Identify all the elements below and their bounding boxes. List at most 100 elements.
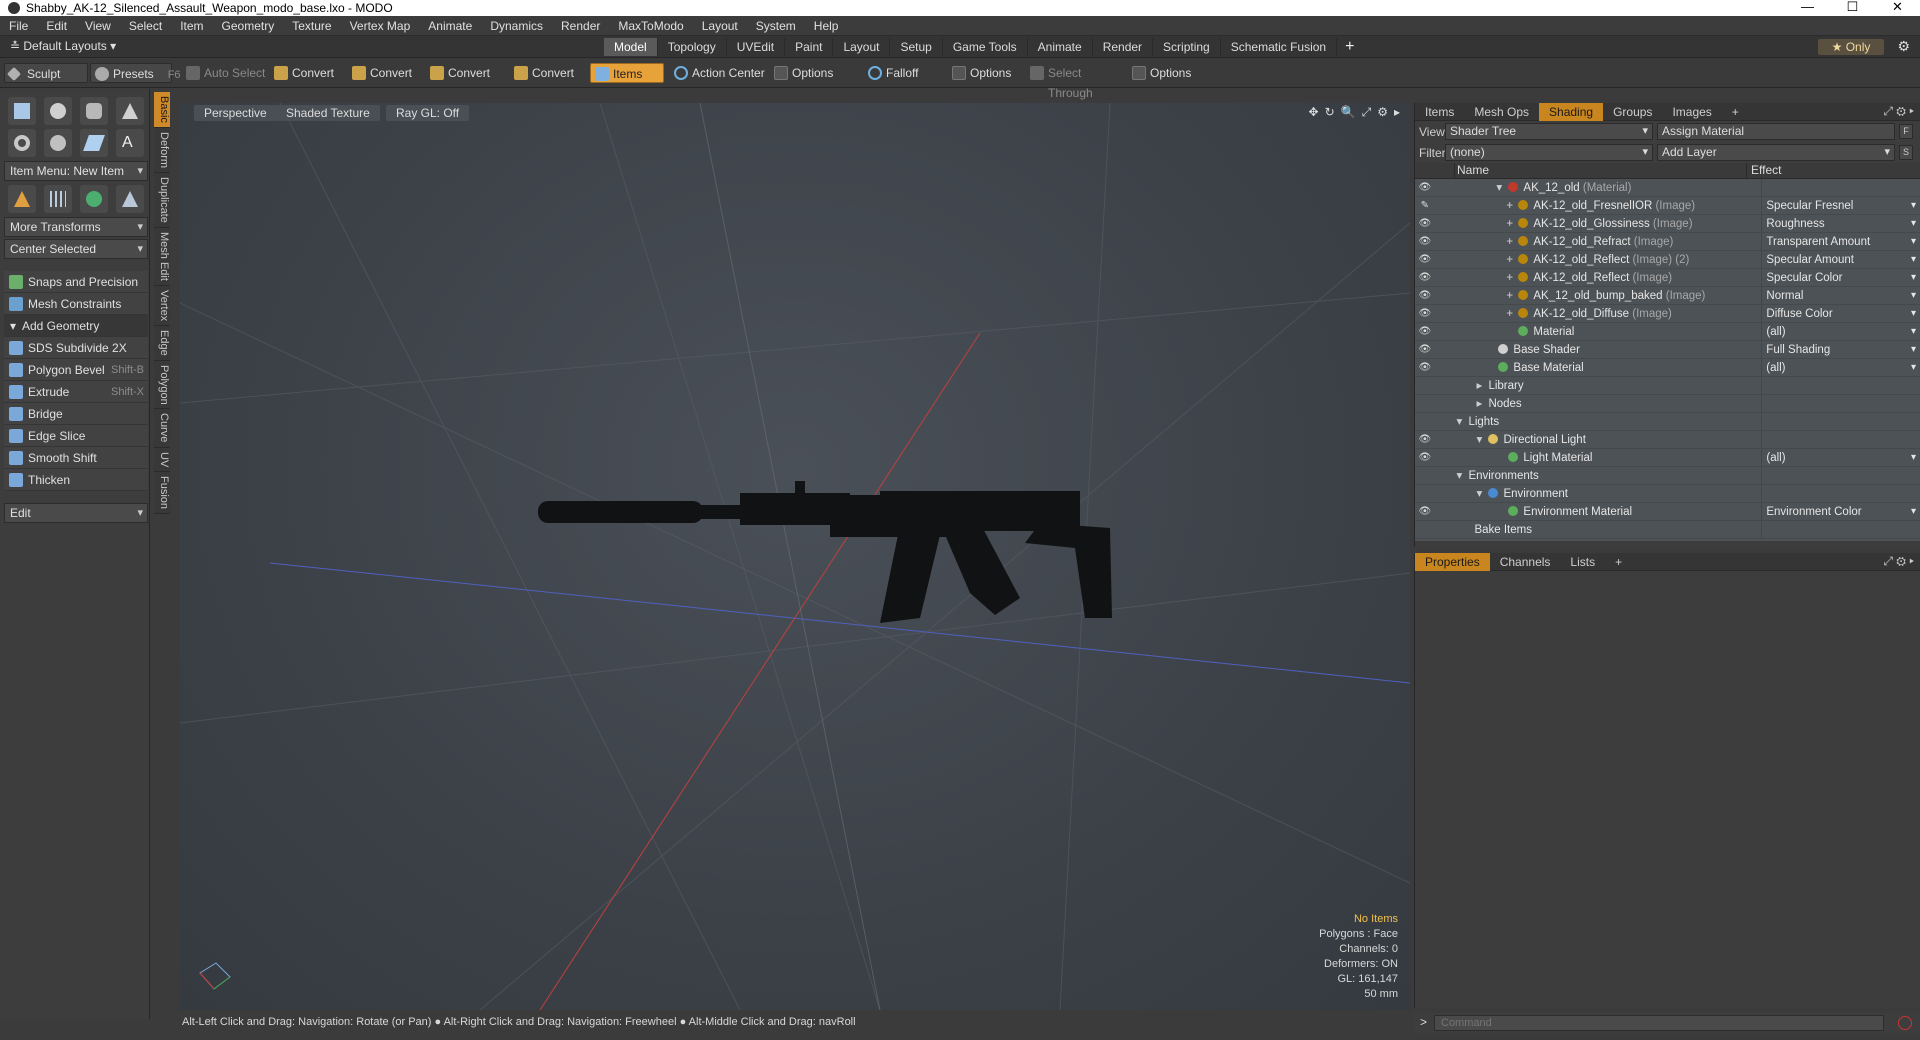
eye-visibility-icon[interactable]: 👁	[1415, 344, 1435, 355]
vtab-curve[interactable]: Curve	[154, 409, 170, 448]
select-through-button[interactable]: Select Through	[1026, 63, 1126, 100]
options-button-2[interactable]: Options	[948, 63, 1024, 83]
tab-game-tools[interactable]: Game Tools	[943, 38, 1028, 56]
tree-item-name[interactable]: Light Material	[1454, 448, 1763, 467]
tab-groups[interactable]: Groups	[1603, 103, 1662, 121]
effect-dropdown[interactable]: Normal	[1762, 290, 1920, 302]
text-tool-button[interactable]: A	[116, 129, 144, 157]
transform-button[interactable]	[8, 185, 36, 213]
tree-row[interactable]: ✎ + AK-12_old_FresnelIOR (Image) Specular F…	[1415, 196, 1920, 215]
presets-button[interactable]: Presets F6	[90, 63, 181, 83]
menu-geometry[interactable]: Geometry	[213, 19, 284, 33]
menu-edit[interactable]: Edit	[37, 19, 76, 33]
add-tab-button[interactable]: +	[1337, 38, 1362, 56]
tool-polygon-bevel[interactable]: Polygon Bevel Shift-B	[4, 359, 148, 381]
tab-schematic-fusion[interactable]: Schematic Fusion	[1221, 38, 1338, 56]
tree-item-name[interactable]: + AK-12_old_Refract (Image)	[1454, 232, 1763, 251]
tree-item-name[interactable]: ▸ Library	[1454, 376, 1763, 395]
command-input[interactable]	[1434, 1015, 1884, 1031]
tab-layout[interactable]: Layout	[833, 38, 891, 56]
effect-dropdown[interactable]: Roughness	[1762, 218, 1920, 230]
tree-row[interactable]: 👁 Light Material (all)	[1415, 448, 1920, 467]
action-center-button[interactable]: Action Center	[670, 63, 766, 83]
tree-item-name[interactable]: ▾ Lights	[1454, 412, 1763, 431]
eye-visibility-icon[interactable]: 👁	[1415, 506, 1435, 517]
expand-toggle-icon[interactable]: ▸	[1476, 395, 1488, 413]
vtab-fusion[interactable]: Fusion	[154, 472, 170, 515]
effect-dropdown[interactable]: (all)	[1762, 362, 1920, 374]
vtab-uv[interactable]: UV	[154, 447, 170, 473]
tab-properties[interactable]: Properties	[1415, 552, 1490, 571]
tree-row[interactable]: 👁 Base Shader Full Shading	[1415, 340, 1920, 359]
layout-dropdown[interactable]: ≛ Default Layouts ▾	[10, 39, 116, 53]
expand-toggle-icon[interactable]: +	[1506, 197, 1518, 215]
options-button-3[interactable]: Options	[1128, 63, 1200, 83]
tree-item-name[interactable]: Environment Material	[1454, 502, 1763, 521]
options-button-1[interactable]: Options	[770, 63, 856, 83]
tab-model[interactable]: Model	[604, 38, 658, 56]
close-button[interactable]: ✕	[1875, 0, 1920, 16]
tree-item-name[interactable]: ▾ Directional Light	[1454, 430, 1763, 449]
tab-setup[interactable]: Setup	[890, 38, 943, 56]
add-panel-tab-button[interactable]: +	[1722, 103, 1749, 121]
items-mode-button[interactable]: Items	[590, 63, 664, 83]
tree-row[interactable]: ▾ Lights	[1415, 412, 1920, 431]
convert-button-4[interactable]: Convert	[510, 63, 586, 83]
tree-row[interactable]: 👁 + AK-12_old_Refract (Image) Transparent A…	[1415, 232, 1920, 251]
tree-item-name[interactable]: + AK-12_old_Reflect (Image)	[1454, 268, 1763, 287]
vtab-vertex[interactable]: Vertex	[154, 285, 170, 326]
menu-help[interactable]: Help	[805, 19, 848, 33]
eye-visibility-icon[interactable]: 👁	[1415, 308, 1435, 319]
panel-settings-icon[interactable]: ⚙	[1896, 104, 1906, 118]
tab-lists[interactable]: Lists	[1560, 553, 1605, 571]
eye-visibility-icon[interactable]: 👁	[1415, 434, 1435, 445]
tree-item-name[interactable]: ▾ Environments	[1454, 466, 1763, 485]
expand-toggle-icon[interactable]: +	[1506, 269, 1518, 287]
effect-dropdown[interactable]: Environment Color	[1762, 506, 1920, 518]
menu-dynamics[interactable]: Dynamics	[481, 19, 552, 33]
tree-item-name[interactable]: + AK-12_old_Reflect (Image) (2)	[1454, 250, 1763, 269]
grid-button[interactable]	[44, 185, 72, 213]
eye-visibility-icon[interactable]: 👁	[1415, 452, 1435, 463]
expand-toggle-icon[interactable]: ▾	[1456, 413, 1468, 431]
effect-column-header[interactable]: Effect	[1747, 163, 1907, 178]
expand-toggle-icon[interactable]: ▾	[1476, 431, 1488, 449]
eye-visibility-icon[interactable]: 👁	[1415, 236, 1435, 247]
tab-scripting[interactable]: Scripting	[1153, 38, 1221, 56]
vtab-edge[interactable]: Edge	[154, 325, 170, 361]
tree-item-name[interactable]: + AK-12_old_FresnelIOR (Image)	[1454, 196, 1763, 215]
tree-row[interactable]: 👁 ▾ Directional Light	[1415, 430, 1920, 449]
add-layer-dropdown[interactable]: Add Layer	[1657, 144, 1895, 161]
tree-row[interactable]: ▸ Nodes	[1415, 394, 1920, 413]
record-macro-icon[interactable]	[1898, 1016, 1912, 1030]
sphere-primitive-button[interactable]	[44, 97, 72, 125]
more-transforms-dropdown[interactable]: More Transforms	[4, 217, 148, 237]
tool-thicken[interactable]: Thicken	[4, 469, 148, 491]
expand-panel-icon[interactable]: ⤢	[1883, 554, 1893, 568]
tree-row[interactable]: 👁 + AK-12_old_Diffuse (Image) Diffuse Color	[1415, 304, 1920, 323]
rotate-view-icon[interactable]: ↻	[1325, 105, 1335, 120]
expand-toggle-icon[interactable]: +	[1506, 233, 1518, 251]
vtab-duplicate[interactable]: Duplicate	[154, 172, 170, 228]
tree-item-name[interactable]: + AK-12_old_Diffuse (Image)	[1454, 304, 1763, 323]
tab-animate[interactable]: Animate	[1028, 38, 1093, 56]
tree-item-name[interactable]: ▾ Environment	[1454, 484, 1763, 503]
menu-select[interactable]: Select	[120, 19, 171, 33]
paint-brush-icon[interactable]: ✎	[1415, 200, 1435, 211]
effect-dropdown[interactable]: Diffuse Color	[1762, 308, 1920, 320]
center-selected-dropdown[interactable]: Center Selected	[4, 239, 148, 259]
tab-mesh-ops[interactable]: Mesh Ops	[1464, 103, 1539, 121]
tab-topology[interactable]: Topology	[658, 38, 727, 56]
tree-row[interactable]: ▾ Environments	[1415, 466, 1920, 485]
convert-button-2[interactable]: Convert	[348, 63, 424, 83]
menu-view[interactable]: View	[76, 19, 120, 33]
command-history-icon[interactable]: >	[1420, 1015, 1427, 1029]
tool-bridge[interactable]: Bridge	[4, 403, 148, 425]
eye-visibility-icon[interactable]: 👁	[1415, 218, 1435, 229]
tool-smooth-shift[interactable]: Smooth Shift	[4, 447, 148, 469]
s-button[interactable]: S	[1899, 145, 1913, 160]
viewport-expand-icon[interactable]: ▸	[1394, 105, 1400, 120]
vtab-mesh-edit[interactable]: Mesh Edit	[154, 227, 170, 286]
effect-dropdown[interactable]: (all)	[1762, 452, 1920, 464]
tree-row[interactable]: 👁 + AK_12_old_bump_baked (Image) Normal	[1415, 286, 1920, 305]
